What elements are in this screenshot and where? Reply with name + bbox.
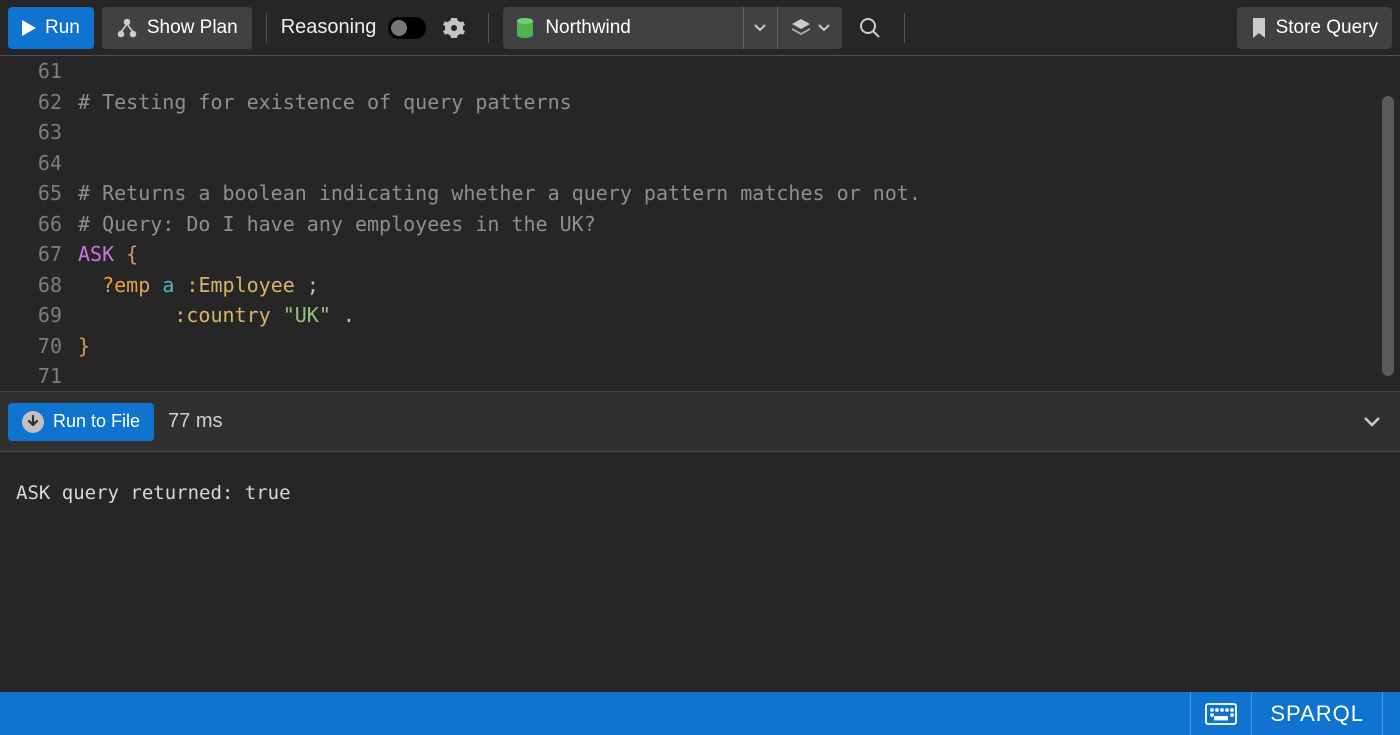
layers-icon <box>790 17 812 39</box>
plan-icon <box>116 17 138 39</box>
gear-icon <box>442 16 466 40</box>
reasoning-label: Reasoning <box>281 16 377 39</box>
toolbar: Run Show Plan Reasoning N <box>0 0 1400 56</box>
separator <box>266 13 267 43</box>
line-number: 67 <box>0 239 62 270</box>
keyboard-button[interactable] <box>1190 692 1251 735</box>
download-icon <box>22 411 44 433</box>
bookmark-icon <box>1251 18 1267 38</box>
result-text: ASK query returned: true <box>16 482 1384 504</box>
database-selector: Northwind <box>503 7 842 49</box>
chevron-down-icon <box>1363 416 1381 428</box>
code-line[interactable]: # Query: Do I have any employees in the … <box>78 209 921 240</box>
collapse-results-button[interactable] <box>1352 402 1392 442</box>
store-query-button[interactable]: Store Query <box>1237 7 1392 49</box>
editor-scrollbar[interactable] <box>1382 56 1396 391</box>
chevron-down-icon <box>818 24 830 32</box>
line-number: 63 <box>0 117 62 148</box>
results-panel: ASK query returned: true <box>0 452 1400 692</box>
code-line[interactable]: :country "UK" . <box>78 300 921 331</box>
results-toolbar: Run to File 77 ms <box>0 392 1400 452</box>
line-number-gutter: 6162636465666768697071 <box>0 56 78 391</box>
reasoning-toggle[interactable] <box>388 17 426 39</box>
settings-button[interactable] <box>434 8 474 48</box>
execution-time: 77 ms <box>168 410 222 433</box>
database-name: Northwind <box>545 17 631 39</box>
code-line[interactable] <box>78 117 921 148</box>
run-to-file-button[interactable]: Run to File <box>8 403 154 441</box>
separator <box>488 13 489 43</box>
line-number: 64 <box>0 148 62 179</box>
reasoning-group: Reasoning <box>281 16 427 39</box>
line-number: 62 <box>0 87 62 118</box>
run-label: Run <box>45 17 80 39</box>
scrollbar-thumb[interactable] <box>1382 96 1394 376</box>
code-line[interactable] <box>78 56 921 87</box>
code-line[interactable]: } <box>78 331 921 362</box>
code-content[interactable]: # Testing for existence of query pattern… <box>78 56 921 391</box>
chevron-down-icon <box>754 24 766 32</box>
code-editor[interactable]: 6162636465666768697071 # Testing for exi… <box>0 56 1400 392</box>
status-bar: SPARQL <box>0 692 1400 735</box>
search-icon <box>859 17 881 39</box>
code-line[interactable]: # Returns a boolean indicating whether a… <box>78 178 921 209</box>
code-line[interactable]: # Testing for existence of query pattern… <box>78 87 921 118</box>
show-plan-label: Show Plan <box>147 17 238 39</box>
search-button[interactable] <box>850 8 890 48</box>
store-query-label: Store Query <box>1276 17 1378 39</box>
run-to-file-label: Run to File <box>53 411 140 432</box>
code-line[interactable] <box>78 361 921 392</box>
line-number: 61 <box>0 56 62 87</box>
run-button[interactable]: Run <box>8 7 94 49</box>
database-select-main[interactable]: Northwind <box>503 7 744 49</box>
line-number: 69 <box>0 300 62 331</box>
line-number: 71 <box>0 361 62 392</box>
line-number: 66 <box>0 209 62 240</box>
code-line[interactable]: ?emp a :Employee ; <box>78 270 921 301</box>
code-line[interactable]: ASK { <box>78 239 921 270</box>
line-number: 68 <box>0 270 62 301</box>
play-icon <box>22 20 36 36</box>
separator <box>904 13 905 43</box>
line-number: 65 <box>0 178 62 209</box>
language-label: SPARQL <box>1270 701 1364 727</box>
keyboard-icon <box>1205 703 1237 725</box>
show-plan-button[interactable]: Show Plan <box>102 7 252 49</box>
status-corner <box>1382 692 1400 735</box>
code-line[interactable] <box>78 148 921 179</box>
language-indicator[interactable]: SPARQL <box>1251 692 1382 735</box>
database-dropdown-caret[interactable] <box>744 7 778 49</box>
database-icon <box>515 17 535 39</box>
layers-dropdown[interactable] <box>778 7 842 49</box>
line-number: 70 <box>0 331 62 362</box>
